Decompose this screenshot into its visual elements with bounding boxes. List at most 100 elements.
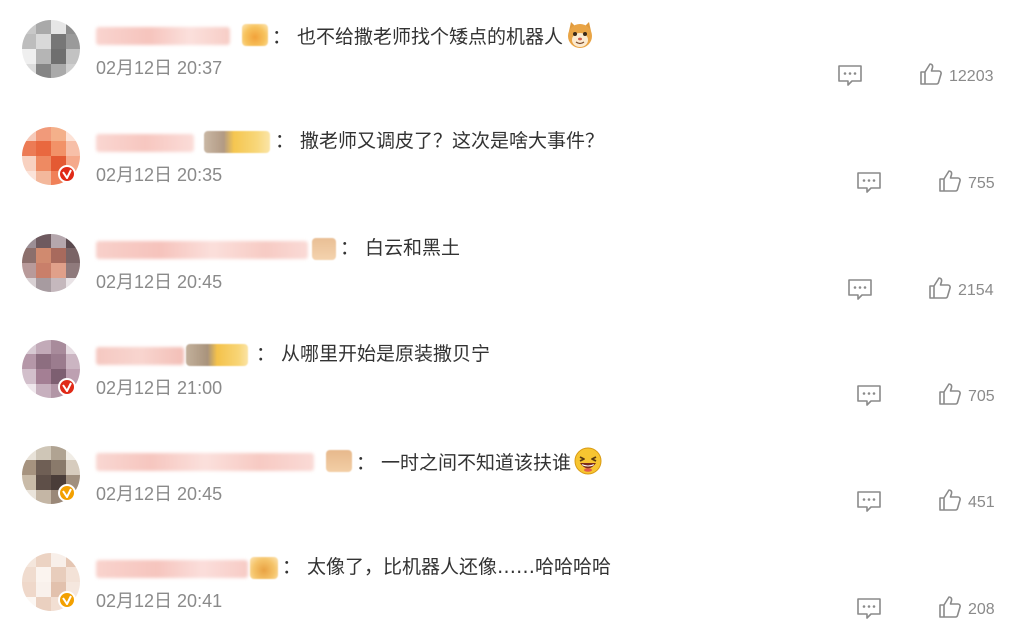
avatar-mosaic-tile — [22, 248, 36, 263]
avatar-mosaic-tile — [66, 49, 80, 64]
check-icon — [62, 169, 72, 179]
avatar-mosaic-tile — [51, 340, 66, 354]
avatar-mosaic-tile — [22, 582, 36, 597]
username-redacted[interactable] — [96, 241, 308, 259]
like-count: 705 — [968, 388, 995, 405]
like-count: 755 — [968, 175, 995, 192]
colon: ： — [272, 26, 292, 48]
avatar-mosaic-tile — [51, 278, 66, 292]
avatar-mosaic-tile — [36, 234, 51, 248]
comment-text: 白云和黑土 — [365, 237, 461, 259]
comment-list: ：也不给撒老师找个矮点的机器人 02月12日 20:37 12203 ： 撒老师… — [0, 0, 1035, 640]
avatar-mosaic-tile — [22, 127, 36, 141]
avatar-mosaic-tile — [36, 340, 51, 354]
avatar-mosaic-tile — [51, 460, 66, 475]
comment-timestamp: 02月12日 20:45 — [96, 484, 223, 504]
avatar-mosaic-tile — [22, 354, 36, 369]
avatar-mosaic-tile — [66, 460, 80, 475]
avatar-mosaic-tile — [22, 141, 36, 156]
avatar-mosaic-tile — [36, 49, 51, 64]
colon: ： — [256, 343, 276, 365]
like-count: 12203 — [949, 68, 994, 85]
avatar[interactable] — [22, 234, 80, 292]
verified-badge — [58, 484, 76, 502]
avatar-mosaic-tile — [36, 597, 51, 611]
avatar-mosaic-tile — [66, 553, 80, 567]
avatar-mosaic-tile — [36, 64, 51, 78]
comment-timestamp: 02月12日 20:41 — [96, 591, 223, 611]
colon: ： — [356, 452, 376, 474]
colon: ： — [340, 237, 360, 259]
thumbs-up-icon — [929, 277, 951, 299]
comment-text: 太像了，比机器人还像……哈哈哈哈 — [307, 556, 612, 578]
like-button[interactable]: 208 — [938, 595, 995, 621]
avatar-mosaic-tile — [36, 127, 51, 141]
avatar-mosaic-tile — [22, 49, 36, 64]
avatar-mosaic-tile — [22, 156, 36, 171]
verified-badge — [58, 378, 76, 396]
avatar-mosaic-tile — [36, 354, 51, 369]
comment-timestamp: 02月12日 20:35 — [96, 165, 223, 185]
avatar-mosaic-tile — [36, 34, 51, 49]
colon: ： — [282, 556, 302, 578]
avatar-mosaic-tile — [51, 64, 66, 78]
comment-content: ：从哪里开始是原装撒贝宁 — [256, 340, 490, 368]
avatar-mosaic-tile — [51, 20, 66, 34]
avatar-mosaic-tile — [51, 49, 66, 64]
avatar-mosaic-tile — [66, 354, 80, 369]
like-button[interactable]: 755 — [938, 169, 995, 195]
avatar-mosaic-tile — [22, 567, 36, 582]
reply-button[interactable] — [856, 384, 882, 408]
reply-button[interactable] — [856, 490, 882, 514]
username-redacted[interactable] — [96, 347, 184, 365]
username-redacted[interactable] — [96, 27, 230, 45]
comment-icon — [857, 172, 881, 193]
avatar-mosaic-tile — [36, 475, 51, 490]
avatar-mosaic-tile — [66, 34, 80, 49]
comment-timestamp: 02月12日 21:00 — [96, 378, 223, 398]
reply-button[interactable] — [856, 597, 882, 621]
username-redacted[interactable] — [96, 134, 194, 152]
username-redacted[interactable] — [96, 453, 314, 471]
avatar-mosaic-tile — [66, 20, 80, 34]
avatar-mosaic-tile — [22, 446, 36, 460]
avatar-mosaic-tile — [66, 127, 80, 141]
check-icon — [62, 382, 72, 392]
reply-button[interactable] — [837, 64, 863, 88]
like-button[interactable]: 705 — [938, 382, 995, 408]
avatar-mosaic-tile — [36, 20, 51, 34]
reply-button[interactable] — [856, 171, 882, 195]
avatar[interactable] — [22, 20, 80, 78]
comment-text: 撒老师又调皮了？这次是啥大事件？ — [300, 130, 605, 152]
avatar-mosaic-tile — [51, 127, 66, 141]
comment-item: ：白云和黑土 02月12日 20:45 2154 — [0, 214, 1035, 320]
avatar-mosaic-tile — [36, 446, 51, 460]
avatar-mosaic-tile — [66, 567, 80, 582]
like-button[interactable]: 451 — [938, 488, 995, 514]
avatar-mosaic-tile — [36, 490, 51, 504]
comment-icon — [838, 65, 862, 86]
avatar-mosaic-tile — [36, 384, 51, 398]
colon: ： — [275, 130, 295, 152]
avatar-mosaic-tile — [66, 64, 80, 78]
reply-button[interactable] — [847, 278, 873, 302]
avatar-mosaic-tile — [22, 20, 36, 34]
like-button[interactable]: 2154 — [928, 276, 994, 302]
avatar-mosaic-tile — [22, 64, 36, 78]
username-redacted[interactable] — [96, 560, 248, 578]
avatar-mosaic-tile — [51, 354, 66, 369]
avatar-mosaic-tile — [66, 141, 80, 156]
like-button[interactable]: 12203 — [919, 62, 994, 88]
fan-level-badge — [326, 450, 352, 472]
fan-level-badge — [204, 131, 270, 153]
verified-badge — [58, 165, 76, 183]
fan-level-badge — [312, 238, 336, 260]
avatar-mosaic-tile — [22, 34, 36, 49]
avatar-mosaic-tile — [22, 553, 36, 567]
comment-icon — [857, 385, 881, 406]
like-count: 451 — [968, 494, 995, 511]
fan-level-badge — [186, 344, 248, 366]
avatar-mosaic-tile — [51, 141, 66, 156]
comment-text: 也不给撒老师找个矮点的机器人 — [297, 26, 564, 48]
comment-item: ：从哪里开始是原装撒贝宁 02月12日 21:00 705 — [0, 320, 1035, 426]
